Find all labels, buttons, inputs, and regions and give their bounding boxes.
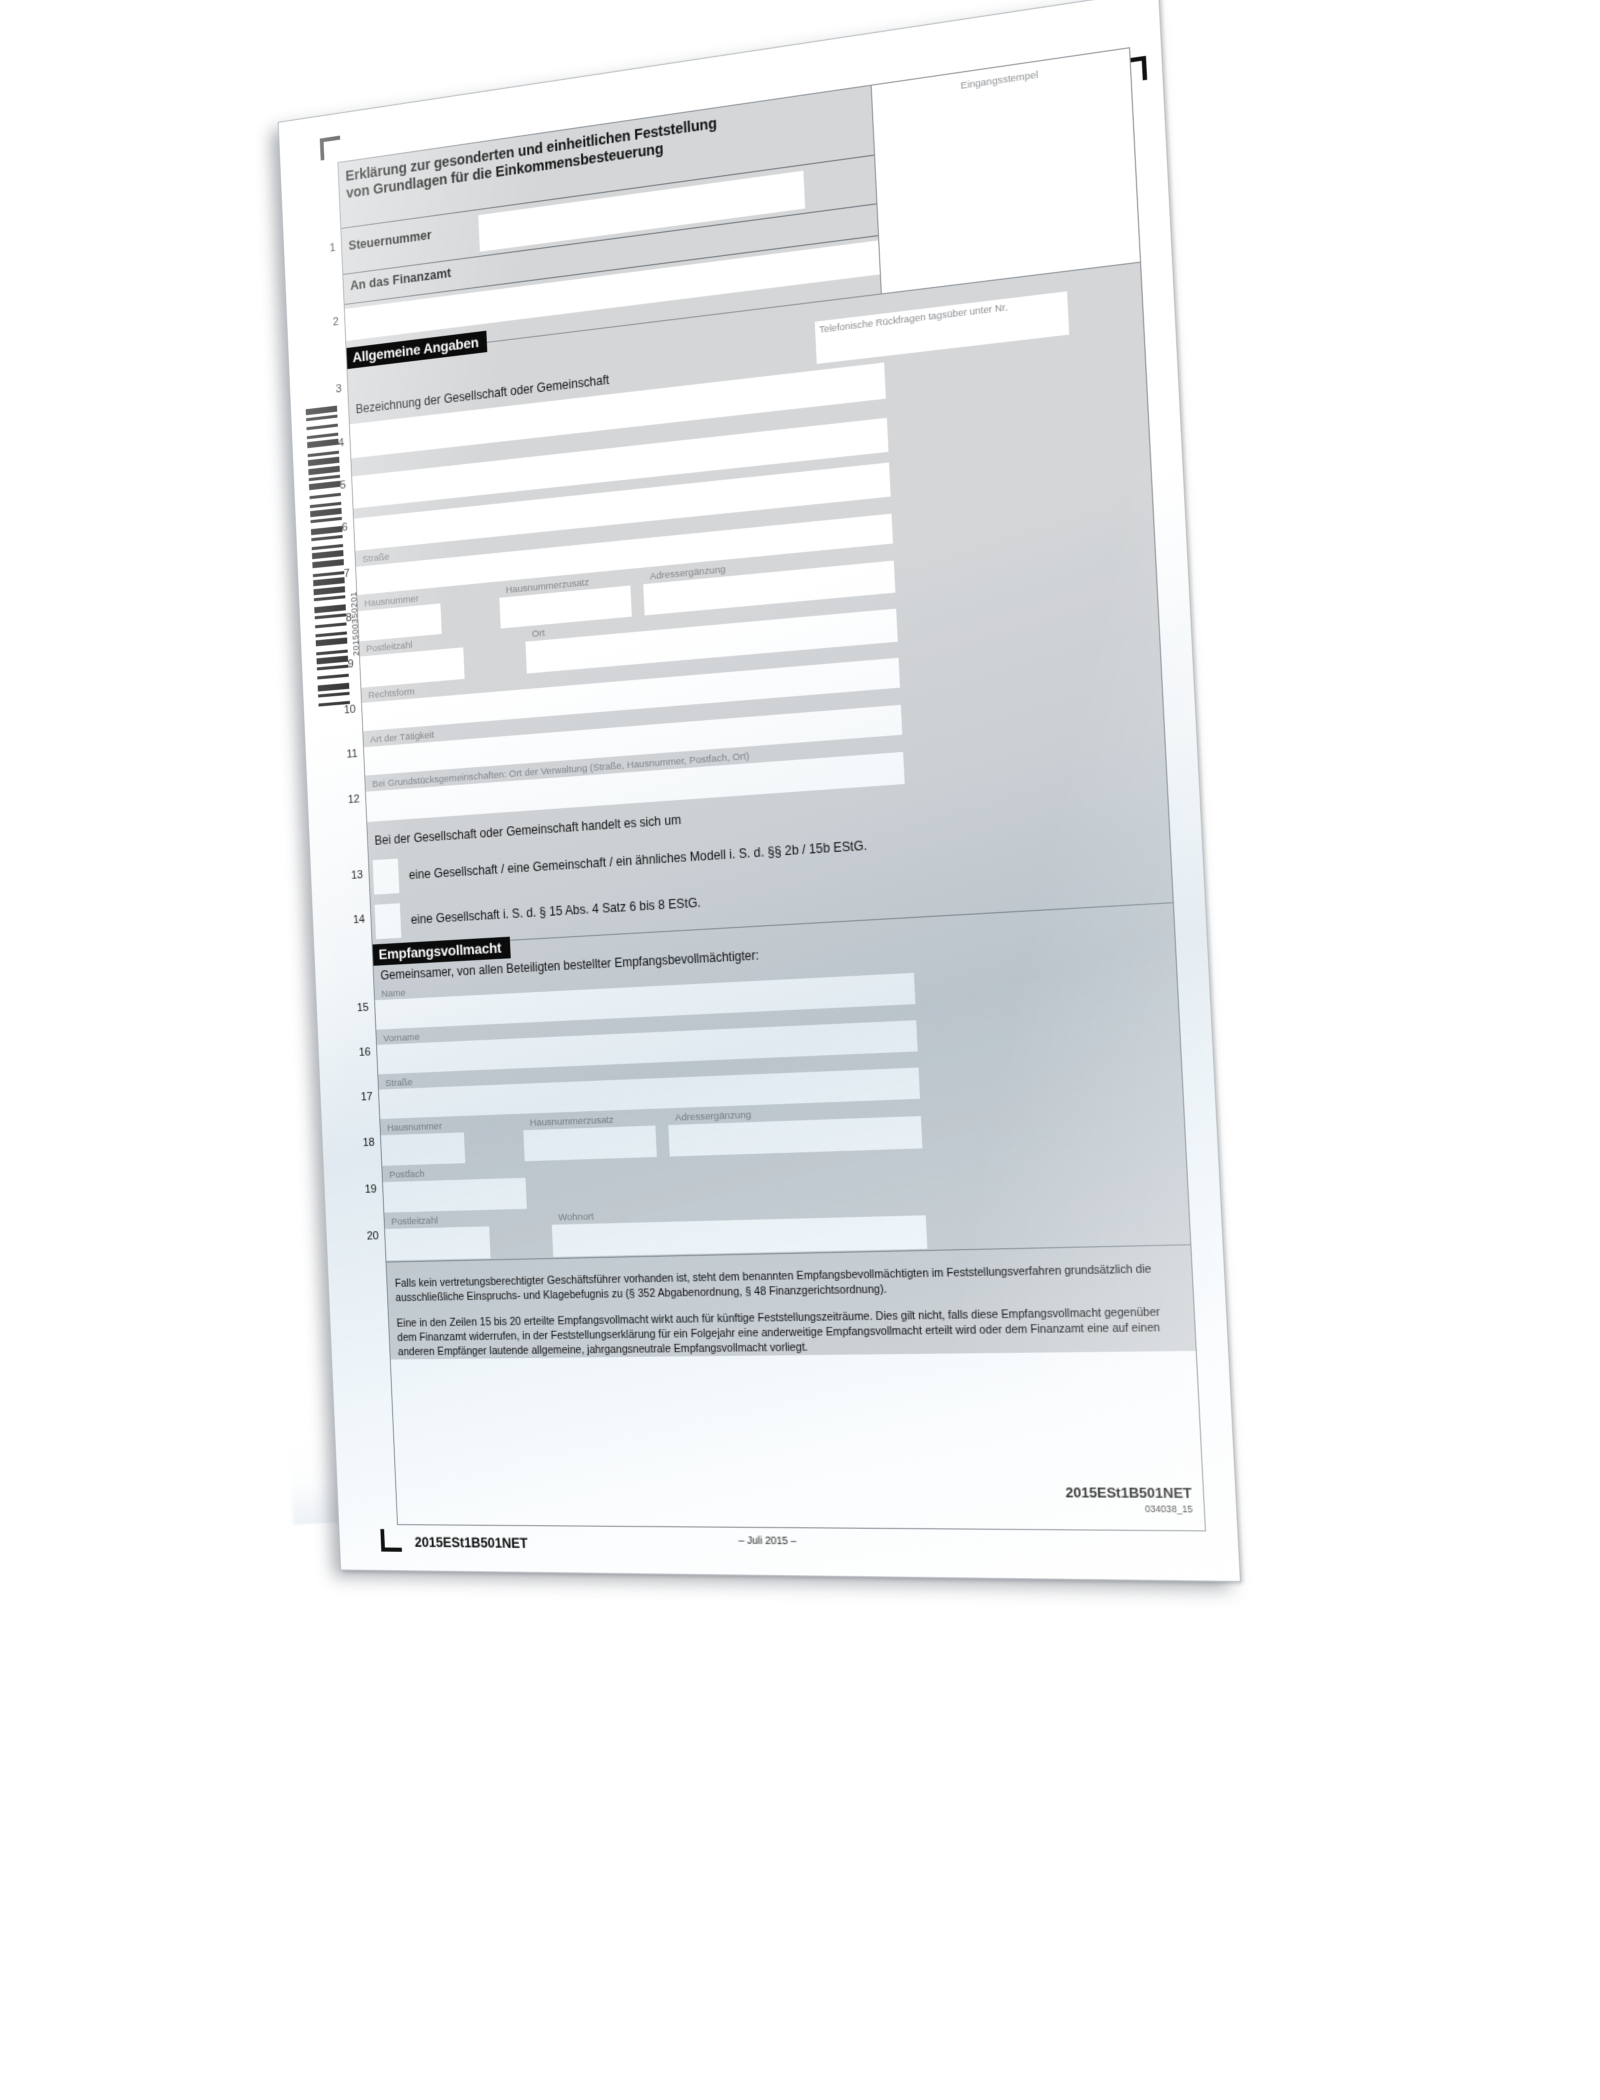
line-number: 2 [332,315,340,329]
ev-postleitzahl-input[interactable] [385,1226,491,1261]
line-number: 19 [364,1183,378,1196]
barcode-bar [315,631,347,638]
barcode-bar [317,673,349,680]
line-number: 3 [335,382,343,396]
ev-hausnummer-label: Hausnummer [386,1120,443,1135]
line-number: 18 [362,1136,375,1150]
steuernummer-label: Steuernummer [348,227,432,254]
internal-code: 034038_15 [1144,1503,1193,1515]
perspective-container: 2015 201500350201 Eingangsstempel Erklär… [0,0,1600,2100]
line-number: 16 [358,1046,372,1059]
barcode-bar [313,586,346,596]
footer-form-code-right: 2015ESt1B501NET 034038_15 [1065,1484,1193,1514]
barcode-bar [318,691,350,698]
barcode-bar [311,550,344,560]
footer-form-code-left: 2015ESt1B501NET [414,1534,529,1552]
line-number: 13 [350,868,364,882]
barcode-bar [306,423,338,431]
corner-mark-bottom-left [380,1529,402,1552]
legal-paragraph-2: Eine in den Zeilen 15 bis 20 erteilte Em… [396,1306,1161,1359]
checkbox-gesellschaft-2b-15b[interactable] [372,858,400,895]
line-number: 5 [339,479,347,492]
ev-hausnummerzusatz-input[interactable] [523,1125,657,1162]
line-number: 1 [329,241,336,255]
line-number: 12 [347,793,360,807]
legal-text-block: Falls kein vertretungsberechtigter Gesch… [386,1245,1196,1360]
ev-postfach-input[interactable] [382,1177,527,1213]
ev-postfach-label: Postfach [388,1168,425,1181]
ev-hausnummer-input[interactable] [380,1132,466,1166]
screenshot-canvas: 2015 201500350201 Eingangsstempel Erklär… [0,0,1600,2100]
checkbox-label-15-abs4: eine Gesellschaft i. S. d. § 15 Abs. 4 S… [410,895,702,928]
barcode-bar [315,637,348,647]
checkbox-gesellschaft-15-abs4[interactable] [374,903,402,940]
ort-label: Ort [531,627,546,641]
ev-wohnort-label: Wohnort [558,1211,595,1224]
form-code-right: 2015ESt1B501NET [1065,1484,1193,1502]
form-body: Eingangsstempel Erklärung zur gesonderte… [329,47,1207,1532]
eingangsstempel-box: Eingangsstempel [870,48,1144,370]
line-number: 14 [352,913,366,927]
form-title-line-1: Erklärung zur gesonderten und einheitlic… [345,115,718,186]
barcode-bar [310,507,342,518]
barcode-bar [308,465,340,476]
ev-adressergaenzung-label: Adressergänzung [674,1109,752,1124]
barcode-bar [306,414,338,422]
phone-label: Telefonische Rückfragen tagsüber unter N… [818,300,1009,335]
line-number: 8 [345,611,353,625]
legal-paragraph-1: Falls kein vertretungsberechtigter Gesch… [394,1262,1152,1305]
line-number: 15 [356,1001,370,1015]
barcode-bar [305,405,338,416]
tax-form-sheet: 2015 201500350201 Eingangsstempel Erklär… [277,0,1242,1583]
line-number: 17 [360,1090,373,1104]
line-number: 7 [343,567,351,581]
barcode-bar [307,456,340,467]
barcode-bar [309,492,341,500]
corner-mark-top-left [319,135,341,161]
line-number: 4 [337,437,345,450]
line-number: 9 [347,658,355,671]
line-number: 11 [346,747,358,761]
footer-edition: – Juli 2015 – [738,1535,797,1548]
ev-postleitzahl-label: Postleitzahl [391,1215,439,1228]
barcode-bar [311,534,343,542]
line-number: 6 [341,521,349,534]
phone-field-wrap[interactable]: Telefonische Rückfragen tagsüber unter N… [814,291,1070,364]
line-number: 20 [366,1230,380,1243]
barcode-bar [316,649,348,656]
barcode-bar [309,501,342,509]
barcode-bar [311,543,344,551]
corner-mark-top-right [1121,55,1148,83]
barcode-bar [313,595,346,602]
barcode-bar [317,682,350,692]
line-number: 10 [343,703,357,717]
barcode-bar [312,559,344,569]
ev-wohnort-input[interactable] [551,1215,928,1257]
